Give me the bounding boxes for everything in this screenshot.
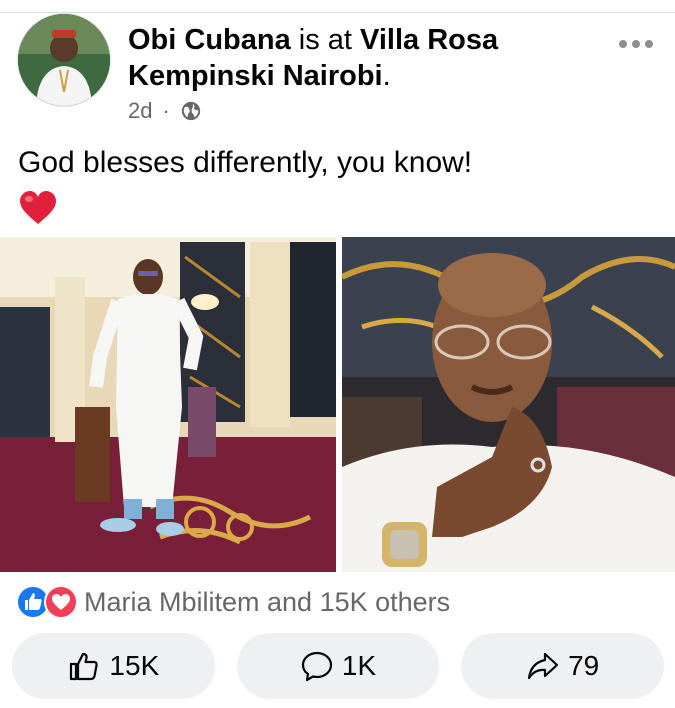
avatar-image: [18, 14, 110, 106]
reactions-summary[interactable]: Maria Mbilitem and 15K others: [16, 585, 450, 619]
globe-icon[interactable]: [180, 100, 202, 122]
action-bar: 15K 1K 79: [12, 633, 665, 699]
dot-icon: [632, 40, 640, 48]
share-count: 79: [568, 650, 600, 681]
more-options-button[interactable]: [619, 40, 653, 48]
dot-icon: [619, 40, 627, 48]
dot-icon: [645, 40, 653, 48]
red-heart-icon: [20, 191, 56, 224]
like-count: 15K: [109, 650, 160, 681]
checkin-connector: is at: [290, 24, 361, 56]
share-icon: [527, 652, 559, 680]
author-name[interactable]: Obi Cubana: [128, 24, 291, 56]
post-header-title: Obi Cubana is at Villa Rosa Kempinski Na…: [128, 22, 598, 94]
comment-count: 1K: [341, 650, 377, 681]
reactions-text[interactable]: Maria Mbilitem and 15K others: [84, 587, 450, 618]
like-button[interactable]: 15K: [12, 633, 215, 699]
comment-icon: [301, 651, 332, 682]
post-photo-left[interactable]: [0, 237, 336, 572]
like-icon: [70, 652, 99, 681]
love-reaction-icon: [44, 585, 78, 619]
title-punctuation: .: [382, 60, 391, 92]
post-photo-right[interactable]: [342, 237, 675, 572]
meta-separator: ·: [162, 98, 170, 123]
share-button[interactable]: 79: [461, 633, 665, 699]
post-meta: 2d ·: [128, 98, 202, 124]
avatar[interactable]: [18, 14, 110, 106]
post-text: God blesses differently, you know!: [18, 146, 473, 179]
top-divider: [0, 0, 675, 13]
reaction-icons: [16, 585, 78, 619]
post-timestamp[interactable]: 2d: [128, 98, 152, 124]
comment-button[interactable]: 1K: [236, 633, 440, 699]
